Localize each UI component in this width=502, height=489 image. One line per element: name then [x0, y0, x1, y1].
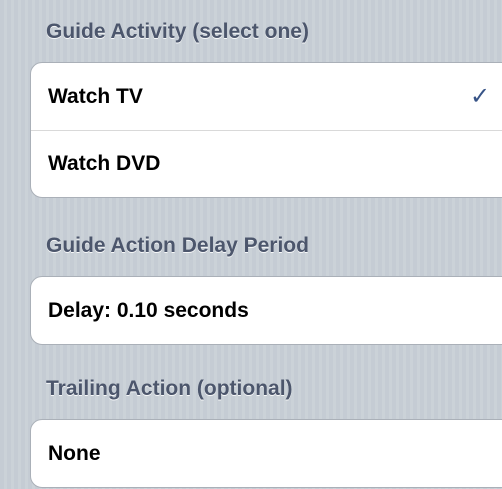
trailing-action-header: Trailing Action (optional)	[46, 377, 293, 400]
guide-delay-group: Delay: 0.10 seconds	[30, 276, 502, 345]
delay-cell[interactable]: Delay: 0.10 seconds	[31, 277, 502, 344]
option-watch-tv-label: Watch TV	[48, 84, 143, 108]
option-watch-tv[interactable]: Watch TV ✓	[31, 63, 502, 130]
guide-delay-header: Guide Action Delay Period	[46, 234, 309, 257]
trailing-action-cell[interactable]: None	[31, 420, 502, 487]
guide-activity-group: Watch TV ✓ Watch DVD	[30, 62, 502, 198]
delay-value: Delay: 0.10 seconds	[48, 298, 249, 322]
option-watch-dvd[interactable]: Watch DVD	[31, 130, 502, 197]
guide-activity-header: Guide Activity (select one)	[46, 20, 309, 43]
trailing-action-group: None	[30, 419, 502, 488]
settings-screen: Guide Activity (select one) Watch TV ✓ W…	[0, 0, 502, 489]
option-watch-dvd-label: Watch DVD	[48, 152, 161, 175]
checkmark-icon: ✓	[470, 82, 491, 110]
trailing-action-value: None	[48, 441, 101, 465]
